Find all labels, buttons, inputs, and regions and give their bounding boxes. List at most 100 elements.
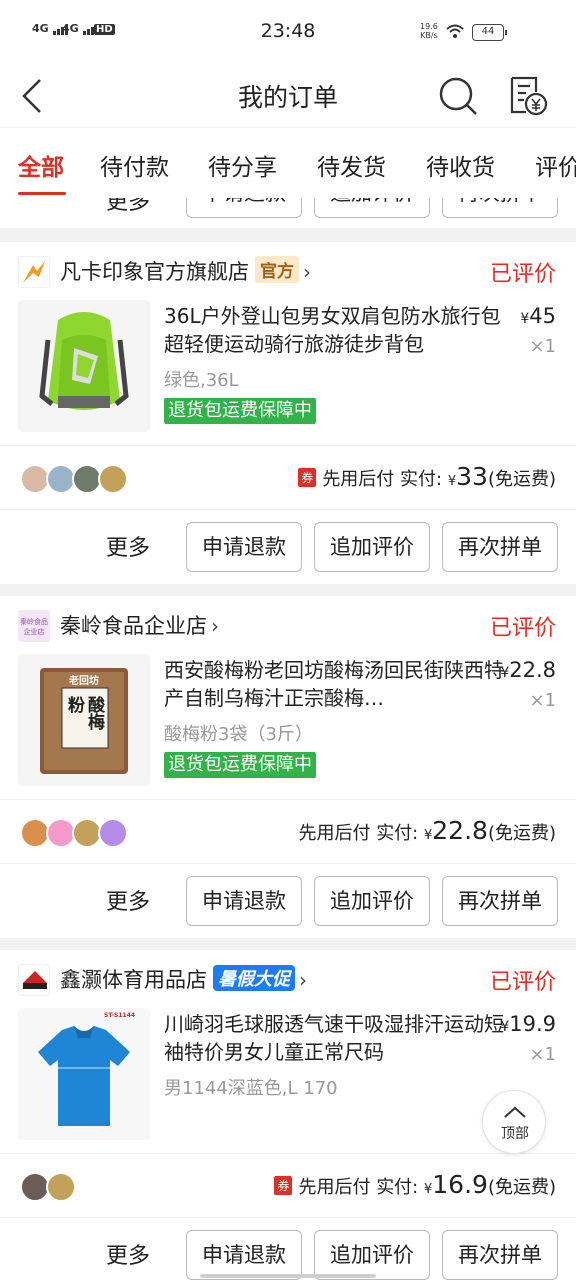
tab-pending-shipment[interactable]: 待发货 [317, 148, 386, 182]
payment-summary: 先用后付 实付: ¥22.8(免运费) [298, 816, 556, 845]
product-quantity: ×1 [529, 1044, 556, 1065]
shop-logo [18, 964, 50, 996]
back-to-top-button[interactable]: 顶部 [482, 1090, 546, 1154]
payment-row: 券先用后付 实付: ¥33(免运费) [0, 445, 576, 509]
more-button[interactable]: 更多 [106, 1238, 150, 1270]
shop-name-text: 秦岭食品企业店 [60, 614, 207, 638]
shop-logo: 秦岭食品企业店 [18, 610, 50, 642]
return-shipping-guarantee-badge: 退货包运费保障中 [164, 752, 316, 778]
paid-amount: 33 [456, 462, 488, 491]
order-tabs: 全部 待付款 待分享 待发货 待收货 评价 [0, 128, 576, 198]
sports-shop-logo-icon [19, 965, 49, 995]
rebuy-button[interactable]: 再次拼单 [442, 198, 558, 218]
coupon-badge: 券 [274, 1176, 293, 1195]
add-review-button[interactable]: 追加评价 [314, 876, 430, 926]
rebuy-button[interactable]: 再次拼单 [442, 876, 558, 926]
shop-row[interactable]: 鑫灏体育用品店 暑假大促 › 已评价 [0, 950, 576, 1004]
product-name[interactable]: 川崎羽毛球服透气速干吸湿排汗运动短袖特价男女儿童正常尺码 [164, 1010, 504, 1066]
product-quantity: ×1 [529, 690, 556, 711]
product-image[interactable]: 老回坊 酸梅粉 [18, 654, 150, 786]
chevron-right-icon: › [299, 968, 307, 992]
product-image[interactable]: ST-S1144 [18, 1008, 150, 1140]
order-status: 已评价 [489, 262, 556, 287]
product-spec: 绿色,36L [164, 370, 239, 391]
currency-symbol: ¥ [447, 474, 457, 489]
page-title: 我的订单 [237, 83, 338, 112]
product-name[interactable]: 西安酸梅粉老回坊酸梅汤回民街陕西特产自制乌梅汁正宗酸梅… [164, 656, 504, 712]
product-price: ¥19.9 [500, 1012, 556, 1036]
more-button[interactable]: 更多 [106, 198, 150, 216]
free-shipping-label: (免运费) [487, 469, 556, 490]
receipt-yen-icon[interactable] [504, 72, 550, 118]
refund-button[interactable]: 申请退款 [186, 522, 302, 572]
wifi-icon [446, 24, 464, 38]
product-spec: 男1144深蓝色,L 170 [164, 1078, 338, 1099]
search-icon[interactable] [436, 74, 480, 118]
shop-name-text: 鑫灏体育用品店 [60, 968, 207, 992]
nav-bar: 我的订单 [0, 64, 576, 128]
shirt-code: ST-S1144 [104, 1012, 136, 1019]
backpack-image [18, 300, 150, 432]
pay-later-label: 先用后付 [298, 823, 371, 844]
payment-summary: 券先用后付 实付: ¥33(免运费) [298, 462, 556, 491]
free-shipping-label: (免运费) [487, 823, 556, 844]
order-status: 已评价 [489, 970, 556, 995]
refund-button[interactable]: 申请退款 [186, 876, 302, 926]
active-tab-indicator [18, 192, 66, 195]
package-brand: 老回坊 [69, 676, 99, 687]
shop-row[interactable]: 凡卡印象官方旗舰店 官方 › 已评价 [0, 242, 576, 296]
more-button[interactable]: 更多 [106, 530, 150, 562]
product-price: ¥45 [520, 304, 556, 328]
rebuy-button[interactable]: 再次拼单 [442, 522, 558, 572]
order-actions: 更多 申请退款 追加评价 再次拼单 [0, 1217, 576, 1280]
add-review-button[interactable]: 追加评价 [314, 198, 430, 218]
order-card: 凡卡印象官方旗舰店 官方 › 已评价 36L户外登山包男女双肩包防水旅行包超轻便运动… [0, 242, 576, 584]
shop-name[interactable]: 秦岭食品企业店 › [60, 610, 219, 640]
home-indicator[interactable] [200, 1274, 376, 1278]
shop-logo-text: 秦岭食品企业店 [20, 618, 48, 636]
fanka-logo-icon [23, 261, 45, 283]
network-speed: 19.6 KB/s [420, 22, 438, 40]
paid-label: 实付: [400, 469, 443, 490]
chevron-right-icon: › [211, 614, 219, 638]
shop-name[interactable]: 鑫灏体育用品店 暑假大促 › [60, 964, 307, 994]
rebuy-button[interactable]: 再次拼单 [442, 1230, 558, 1280]
add-review-button[interactable]: 追加评价 [314, 522, 430, 572]
more-button[interactable]: 更多 [106, 884, 150, 916]
shop-name-text: 凡卡印象官方旗舰店 [60, 260, 249, 284]
shop-row[interactable]: 秦岭食品企业店 秦岭食品企业店 › 已评价 [0, 596, 576, 650]
chevron-right-icon: › [303, 260, 311, 284]
avatar [46, 1172, 76, 1202]
paid-label: 实付: [376, 823, 419, 844]
paid-amount: 22.8 [432, 816, 488, 845]
back-to-top-label: 顶部 [501, 1126, 529, 1142]
tab-pending-share[interactable]: 待分享 [208, 148, 277, 182]
tab-pending-payment[interactable]: 待付款 [100, 148, 169, 182]
currency-symbol: ¥ [500, 1019, 510, 1035]
product-image[interactable] [18, 300, 150, 432]
avatar [98, 818, 128, 848]
shop-name[interactable]: 凡卡印象官方旗舰店 官方 › [60, 256, 311, 286]
refund-button[interactable]: 申请退款 [186, 198, 302, 218]
avatar [98, 464, 128, 494]
refund-button[interactable]: 申请退款 [186, 1230, 302, 1280]
payment-row: 券先用后付 实付: ¥16.9(免运费) [0, 1153, 576, 1217]
previous-order-actions: 更多 申请退款 追加评价 再次拼单 [0, 198, 576, 228]
payment-summary: 券先用后付 实付: ¥16.9(免运费) [274, 1170, 556, 1199]
pay-later-label: 先用后付 [322, 469, 395, 490]
add-review-button[interactable]: 追加评价 [314, 1230, 430, 1280]
product-name[interactable]: 36L户外登山包男女双肩包防水旅行包超轻便运动骑行旅游徒步背包 [164, 302, 504, 358]
badminton-shirt-image [18, 1008, 150, 1140]
pay-later-label: 先用后付 [298, 1177, 371, 1198]
summer-promo-badge: 暑假大促 [213, 965, 295, 991]
product-quantity: ×1 [529, 336, 556, 357]
price-value: 22.8 [509, 658, 556, 682]
payment-row: 先用后付 实付: ¥22.8(免运费) [0, 799, 576, 863]
tab-pending-receipt[interactable]: 待收货 [426, 148, 495, 182]
battery-icon: 44 [472, 24, 507, 41]
tab-review[interactable]: 评价 [535, 148, 576, 182]
tab-all[interactable]: 全部 [18, 148, 64, 182]
package-name: 酸梅粉 [64, 696, 104, 730]
coupon-badge: 券 [298, 468, 317, 487]
order-actions: 更多 申请退款 追加评价 再次拼单 [0, 509, 576, 583]
